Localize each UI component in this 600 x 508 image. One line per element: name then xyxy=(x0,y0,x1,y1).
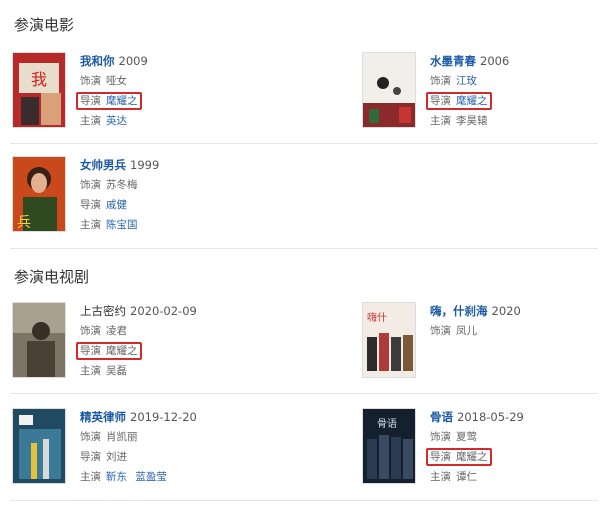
svg-text:我: 我 xyxy=(31,71,47,89)
release-date: 2009 xyxy=(118,54,148,68)
director-highlight-box: 导演 麾耀之 xyxy=(426,448,492,466)
svg-text:骨语: 骨语 xyxy=(377,418,397,430)
starring-label: 主演 xyxy=(80,365,101,377)
director-highlight-box: 导演 麾耀之 xyxy=(426,92,492,110)
role-label: 饰演 xyxy=(80,75,101,87)
svg-text:兵: 兵 xyxy=(17,214,31,230)
starring-label: 主演 xyxy=(80,219,101,231)
movies-section-title: 参演电影 xyxy=(14,16,75,34)
starring-label: 主演 xyxy=(430,471,451,483)
director-label: 导演 xyxy=(80,345,101,357)
director-highlight-box: 导演 麾耀之 xyxy=(76,92,142,110)
director-label: 导演 xyxy=(430,95,451,107)
director-link[interactable]: 戚健 xyxy=(106,199,127,211)
role-label: 饰演 xyxy=(80,431,101,443)
role-value: 凤儿 xyxy=(456,325,477,337)
role-value: 夏莺 xyxy=(456,431,477,443)
tv-title-link[interactable]: 精英律师 xyxy=(80,410,126,424)
director-label: 导演 xyxy=(80,451,101,463)
movie-poster[interactable]: 兵 xyxy=(12,156,66,232)
release-date: 1999 xyxy=(130,158,160,172)
director-link[interactable]: 麾耀之 xyxy=(106,95,138,107)
card-divider xyxy=(10,500,598,501)
movie-title-link[interactable]: 我和你 xyxy=(80,54,115,68)
role-label: 饰演 xyxy=(430,75,451,87)
role-value: 哑女 xyxy=(106,75,127,87)
tv-poster[interactable] xyxy=(12,302,66,378)
director-link[interactable]: 麾耀之 xyxy=(456,95,488,107)
release-date: 2019-12-20 xyxy=(130,410,197,424)
director-label: 导演 xyxy=(80,95,101,107)
director-value: 刘进 xyxy=(106,451,127,463)
tv-title-link[interactable]: 上古密约 xyxy=(80,304,126,318)
tv-poster[interactable] xyxy=(12,408,66,484)
starring-link[interactable]: 靳东 xyxy=(106,471,127,483)
role-value: 凌君 xyxy=(106,325,127,337)
starring-link[interactable]: 陈宝国 xyxy=(106,219,138,231)
card-divider xyxy=(10,393,598,394)
svg-text:嗨什: 嗨什 xyxy=(367,311,387,324)
role-label: 饰演 xyxy=(80,325,101,337)
director-label: 导演 xyxy=(80,199,101,211)
starring-label: 主演 xyxy=(80,471,101,483)
starring-link-2[interactable]: 蓝盈莹 xyxy=(135,471,167,483)
tv-poster[interactable]: 骨语 xyxy=(362,408,416,484)
movie-title-link[interactable]: 水墨青春 xyxy=(430,54,476,68)
director-highlight-box: 导演 麾耀之 xyxy=(76,342,142,360)
starring-value: 李昊辕 xyxy=(456,115,488,127)
tv-poster[interactable]: 嗨什 xyxy=(362,302,416,378)
role-label: 饰演 xyxy=(80,179,101,191)
movie-poster[interactable] xyxy=(362,52,416,128)
release-date: 2018-05-29 xyxy=(457,410,524,424)
tv-title-link[interactable]: 嗨，什刹海 xyxy=(430,304,488,318)
tv-section-title: 参演电视剧 xyxy=(14,268,90,286)
release-date: 2006 xyxy=(480,54,510,68)
release-date: 2020 xyxy=(491,304,521,318)
starring-value: 谭仁 xyxy=(456,471,477,483)
tv-card: 精英律师 2019-12-20 饰演 肖凯丽 导演 刘进 主演 靳东 蓝盈莹 xyxy=(12,408,282,508)
director-value: 麾耀之 xyxy=(106,345,138,357)
director-value: 麾耀之 xyxy=(456,451,488,463)
tv-card: 骨语 骨语 2018-05-29 饰演 夏莺 导演 麾耀之 主演 谭仁 xyxy=(362,408,600,508)
movie-card: 水墨青春 2006 饰演 江玫 导演 麾耀之 主演 李昊辕 xyxy=(362,52,600,152)
role-label: 饰演 xyxy=(430,325,451,337)
tv-card: 嗨什 嗨，什刹海 2020 饰演 凤儿 xyxy=(362,302,600,402)
director-label: 导演 xyxy=(430,451,451,463)
card-divider xyxy=(10,143,598,144)
tv-title-link[interactable]: 骨语 xyxy=(430,410,453,424)
tv-card: 上古密约 2020-02-09 饰演 凌君 导演 麾耀之 主演 吴磊 xyxy=(12,302,282,402)
section-divider xyxy=(10,248,598,249)
movie-card: 我 我和你 2009 饰演 哑女 导演 麾耀之 主演 英达 xyxy=(12,52,282,152)
role-value: 苏冬梅 xyxy=(106,179,138,191)
movie-title-link[interactable]: 女帅男兵 xyxy=(80,158,126,172)
starring-link[interactable]: 英达 xyxy=(106,115,127,127)
role-label: 饰演 xyxy=(430,431,451,443)
starring-label: 主演 xyxy=(430,115,451,127)
movie-poster[interactable]: 我 xyxy=(12,52,66,128)
movie-card: 兵 女帅男兵 1999 饰演 苏冬梅 导演 戚健 主演 陈宝国 xyxy=(12,156,282,256)
release-date: 2020-02-09 xyxy=(130,304,197,318)
role-value: 肖凯丽 xyxy=(106,431,138,443)
starring-value: 吴磊 xyxy=(106,365,127,377)
role-link[interactable]: 江玫 xyxy=(456,75,477,87)
starring-label: 主演 xyxy=(80,115,101,127)
